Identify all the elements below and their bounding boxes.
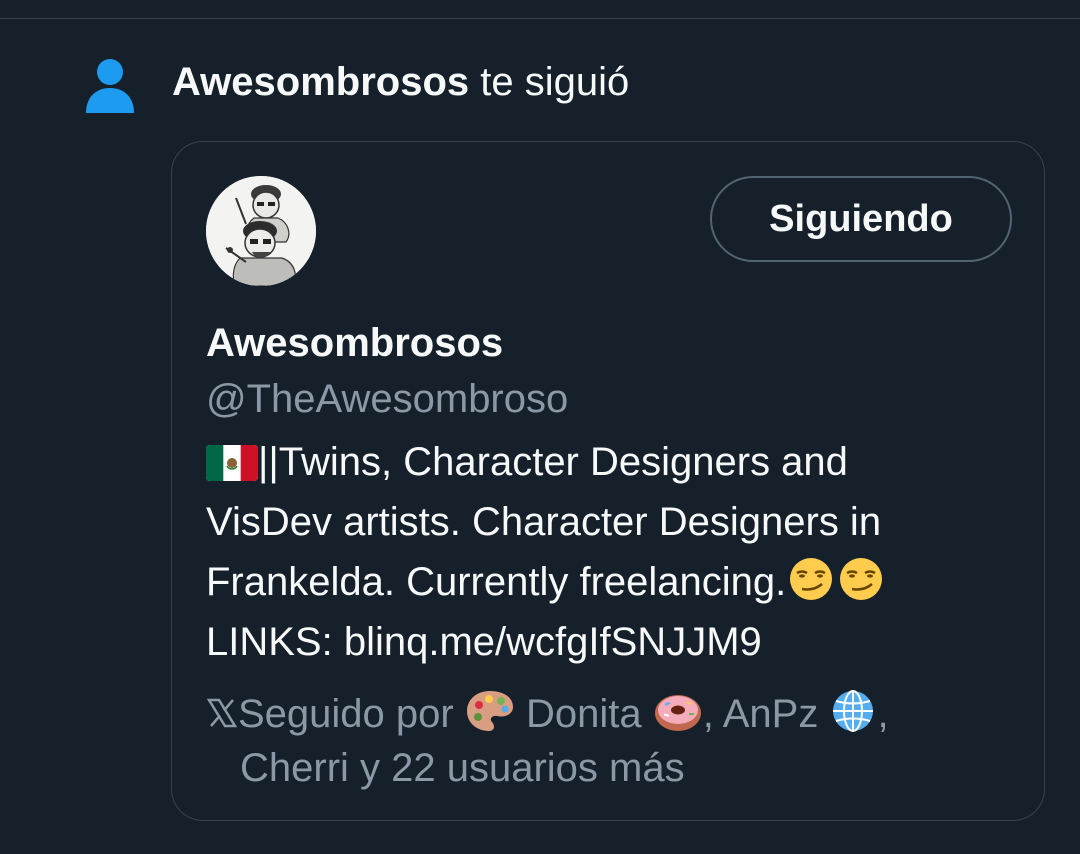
palette-icon [466, 691, 513, 731]
divider [0, 18, 1080, 19]
bio-line: ||Twins, Character Designers and [206, 432, 1006, 492]
notification-text: Awesombrosos te siguió [172, 58, 629, 106]
followed-by-user[interactable]: Donita [515, 692, 653, 736]
followed-by-line: Cherri y 22 usuarios más [240, 746, 685, 790]
bio-line: Frankelda. Currently freelancing. [206, 552, 1006, 612]
followed-by-prefix: Seguido por [238, 692, 465, 736]
mexico-flag-icon [206, 445, 258, 481]
bio-line: LINKS: blinq.me/wcfgIfSNJJM9 [206, 612, 1006, 672]
person-icon [86, 59, 134, 113]
following-button[interactable]: Siguiendo [710, 176, 1012, 262]
doughnut-icon [654, 695, 701, 731]
avatar-image [206, 176, 316, 286]
bio-links-label: LINKS: [206, 620, 344, 664]
x-logo-icon [206, 698, 238, 728]
bio-line: VisDev artists. Character Designers in [206, 500, 882, 544]
smirking-face-icon [790, 558, 833, 600]
user-handle[interactable]: @TheAwesombroso [206, 374, 568, 424]
user-card[interactable]: Siguiendo Awesombrosos @TheAwesombroso |… [171, 141, 1045, 821]
notifications-page: Awesombrosos te siguió Siguiendo Awesomb… [0, 0, 1080, 854]
followed-by-line: Seguido por Donita , AnPz , [206, 687, 1016, 741]
globe-icon [833, 690, 874, 732]
followed-by[interactable]: Seguido por Donita , AnPz , Cherri y 22 … [206, 687, 1016, 795]
avatar[interactable] [206, 176, 316, 286]
bio-link[interactable]: blinq.me/wcfgIfSNJJM9 [344, 620, 762, 664]
display-name[interactable]: Awesombrosos [206, 318, 503, 368]
bio-text: ||Twins, Character Designers and [258, 440, 848, 484]
bio-text: Frankelda. Currently freelancing. [206, 560, 787, 604]
notification-user[interactable]: Awesombrosos [172, 60, 469, 104]
followed-by-separator: , [877, 692, 889, 736]
user-bio: ||Twins, Character Designers and VisDev … [206, 432, 1006, 672]
smirking-face-icon [840, 558, 883, 600]
followed-by-separator[interactable]: , AnPz [703, 692, 830, 736]
follow-notification[interactable]: Awesombrosos te siguió [0, 52, 1080, 114]
notification-action: te siguió [469, 60, 630, 104]
